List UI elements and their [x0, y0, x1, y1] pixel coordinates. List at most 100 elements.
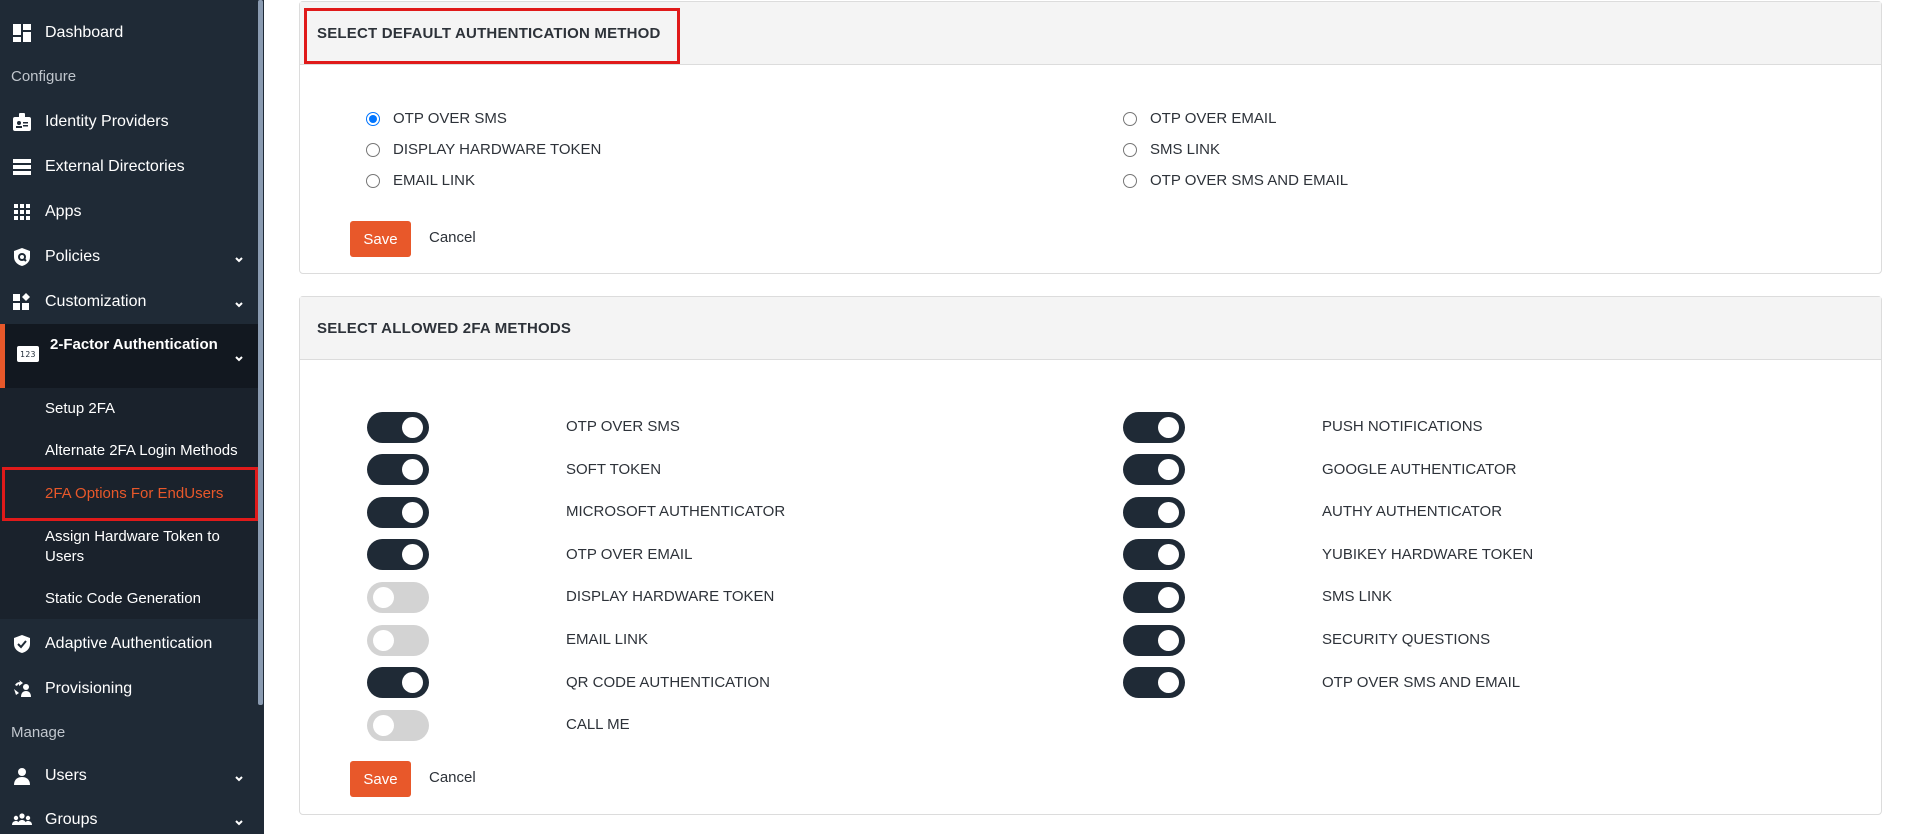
toggle-knob — [373, 586, 394, 608]
default-method-card: SELECT DEFAULT AUTHENTICATION METHOD OTP… — [299, 1, 1882, 274]
toggle-switch[interactable] — [367, 581, 429, 613]
radio-button[interactable] — [1123, 173, 1137, 188]
toggle-switch[interactable] — [1123, 411, 1185, 443]
radio-label: EMAIL LINK — [393, 172, 475, 189]
sidebar-item-2fa-label: 2-Factor Authentication — [50, 336, 218, 353]
radio-email-link[interactable]: EMAIL LINK — [366, 172, 475, 189]
toggle-knob — [373, 714, 394, 736]
sidebar-item-label: Dashboard — [45, 24, 124, 41]
toggle-knob — [1158, 416, 1179, 438]
toggle-label: QR CODE AUTHENTICATION — [566, 673, 770, 691]
sidebar-item-dashboard[interactable]: Dashboard — [0, 13, 258, 53]
sidebar-item-label: Adaptive Authentication — [45, 635, 213, 652]
submenu-item-alternate-login[interactable]: Alternate 2FA Login Methods — [45, 441, 250, 461]
id-badge-icon — [11, 111, 33, 133]
grid-icon — [11, 201, 33, 223]
toggle-label: OTP OVER EMAIL — [566, 545, 693, 563]
radio-otp-over-sms-and-email[interactable]: OTP OVER SMS AND EMAIL — [1123, 172, 1348, 189]
toggle-track[interactable] — [1123, 496, 1185, 528]
toggle-switch[interactable] — [367, 624, 429, 656]
toggle-track[interactable] — [367, 496, 429, 528]
toggle-switch[interactable] — [1123, 581, 1185, 613]
sidebar-item-groups[interactable]: Groups — [0, 800, 258, 834]
toggle-switch[interactable] — [1123, 667, 1185, 699]
toggle-track[interactable] — [367, 709, 429, 741]
sidebar-item-adaptive-authentication[interactable]: Adaptive Authentication — [0, 624, 258, 664]
toggle-switch[interactable] — [1123, 496, 1185, 528]
sidebar-item-policies[interactable]: Policies — [0, 237, 258, 277]
radio-label: OTP OVER SMS AND EMAIL — [1150, 172, 1349, 189]
provisioning-icon — [11, 678, 33, 700]
radio-otp-over-sms[interactable]: OTP OVER SMS — [366, 110, 507, 127]
toggle-switch[interactable] — [1123, 624, 1185, 656]
toggle-switch[interactable] — [367, 667, 429, 699]
toggle-track[interactable] — [367, 411, 429, 443]
widgets-icon — [11, 291, 33, 313]
allowed-methods-header: SELECT ALLOWED 2FA METHODS — [300, 297, 1881, 360]
toggle-label: CALL ME — [566, 716, 630, 734]
toggle-track[interactable] — [367, 539, 429, 571]
sidebar-item-apps[interactable]: Apps — [0, 192, 258, 232]
toggle-track[interactable] — [367, 667, 429, 699]
radio-display-hardware-token[interactable]: DISPLAY HARDWARE TOKEN — [366, 141, 601, 158]
toggle-switch[interactable] — [367, 496, 429, 528]
user-icon — [11, 765, 33, 787]
sidebar-item-users[interactable]: Users — [0, 756, 258, 796]
sidebar-item-external-directories[interactable]: External Directories — [0, 147, 258, 187]
radio-sms-link[interactable]: SMS LINK — [1123, 141, 1220, 158]
sidebar-item-label: Apps — [45, 203, 82, 220]
radio-otp-over-email[interactable]: OTP OVER EMAIL — [1123, 110, 1276, 127]
sidebar-item-label: Provisioning — [45, 680, 133, 697]
sidebar-item-label: Groups — [45, 811, 98, 828]
sidebar-item-identity-providers[interactable]: Identity Providers — [0, 102, 258, 142]
toggle-switch[interactable] — [367, 411, 429, 443]
allowed-methods-title: SELECT ALLOWED 2FA METHODS — [317, 319, 572, 337]
toggle-label: YUBIKEY HARDWARE TOKEN — [1322, 545, 1534, 563]
radio-button[interactable] — [1123, 111, 1137, 126]
toggle-track[interactable] — [1123, 411, 1185, 443]
toggle-track[interactable] — [1123, 581, 1185, 613]
save-button[interactable]: Save — [350, 221, 411, 257]
toggle-label: SOFT TOKEN — [566, 460, 662, 478]
toggle-switch[interactable] — [1123, 539, 1185, 571]
toggle-knob — [402, 501, 423, 523]
toggle-switch[interactable] — [367, 454, 429, 486]
highlight-box — [304, 8, 680, 64]
toggle-track[interactable] — [367, 581, 429, 613]
allowed-methods-card: SELECT ALLOWED 2FA METHODS OTP OVER SMS S… — [299, 296, 1882, 815]
radio-button[interactable] — [366, 111, 380, 126]
radio-label: OTP OVER EMAIL — [1150, 110, 1277, 127]
toggle-label: GOOGLE AUTHENTICATOR — [1322, 460, 1517, 478]
toggle-track[interactable] — [1123, 454, 1185, 486]
radio-label: OTP OVER SMS — [393, 110, 507, 127]
toggle-track[interactable] — [367, 454, 429, 486]
save-button[interactable]: Save — [350, 761, 411, 797]
cancel-button[interactable]: Cancel — [429, 769, 476, 786]
submenu-item-static-code[interactable]: Static Code Generation — [45, 589, 250, 609]
radio-button[interactable] — [1123, 142, 1137, 157]
toggle-switch[interactable] — [1123, 454, 1185, 486]
submenu-item-assign-hardware-token[interactable]: Assign Hardware Token to Users — [45, 527, 250, 567]
submenu-item-setup-2fa[interactable]: Setup 2FA — [45, 399, 250, 419]
toggle-knob — [1158, 459, 1179, 481]
cancel-button[interactable]: Cancel — [429, 229, 476, 246]
sidebar-scrollbar[interactable] — [258, 0, 263, 705]
shield-check-icon — [11, 633, 33, 655]
toggle-switch[interactable] — [367, 539, 429, 571]
toggle-track[interactable] — [1123, 539, 1185, 571]
toggle-track[interactable] — [367, 624, 429, 656]
radio-button[interactable] — [366, 142, 380, 157]
section-manage: Manage — [11, 724, 66, 741]
sidebar-item-customization[interactable]: Customization — [0, 282, 258, 322]
toggle-label: OTP OVER SMS AND EMAIL — [1322, 673, 1521, 691]
toggle-track[interactable] — [1123, 624, 1185, 656]
toggle-track[interactable] — [1123, 667, 1185, 699]
toggle-label: EMAIL LINK — [566, 631, 648, 648]
toggle-switch[interactable] — [367, 709, 429, 741]
radio-label: DISPLAY HARDWARE TOKEN — [393, 141, 602, 158]
radio-label: SMS LINK — [1150, 141, 1221, 158]
sidebar-item-label: Customization — [45, 293, 147, 310]
radio-button[interactable] — [366, 173, 380, 188]
sidebar-item-provisioning[interactable]: Provisioning — [0, 669, 258, 709]
toggle-label: PUSH NOTIFICATIONS — [1322, 418, 1483, 435]
